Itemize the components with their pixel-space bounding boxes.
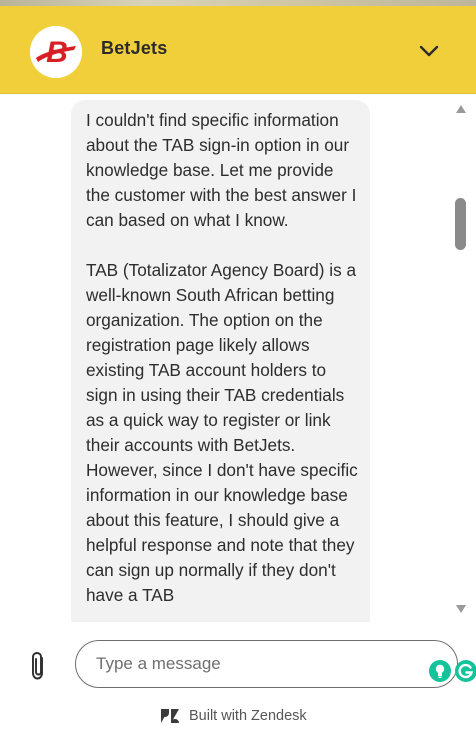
- zendesk-icon: [161, 709, 179, 723]
- built-with-zendesk-link[interactable]: Built with Zendesk: [160, 706, 307, 726]
- built-with-text: Built with Zendesk: [189, 708, 307, 724]
- chevron-down-icon[interactable]: [414, 36, 444, 66]
- betjets-logo: B: [30, 26, 82, 78]
- message-input[interactable]: [96, 651, 346, 677]
- chat-widget: B BetJets I couldn't find specific infor…: [0, 0, 476, 741]
- scroll-up-arrow-icon[interactable]: [455, 102, 467, 114]
- message-list[interactable]: I couldn't find specific information abo…: [0, 94, 476, 622]
- composer: Built with Zendesk: [0, 623, 476, 741]
- message-paragraph: I couldn't find specific information abo…: [86, 110, 357, 230]
- scrollbar[interactable]: [452, 94, 470, 622]
- paperclip-icon[interactable]: [27, 650, 51, 682]
- extension-icons: [428, 659, 476, 685]
- scrollbar-thumb[interactable]: [455, 198, 466, 250]
- brand-name: BetJets: [101, 38, 168, 58]
- scroll-down-arrow-icon[interactable]: [455, 602, 467, 614]
- lightbulb-icon[interactable]: [428, 659, 452, 683]
- message-input-box[interactable]: [75, 640, 476, 688]
- bot-message-bubble: I couldn't find specific information abo…: [71, 100, 370, 622]
- logo-letter: B: [46, 36, 68, 69]
- message-paragraph: TAB (Totalizator Agency Board) is a well…: [86, 260, 358, 605]
- chat-header: B BetJets: [0, 6, 476, 94]
- grammarly-icon[interactable]: [454, 659, 476, 683]
